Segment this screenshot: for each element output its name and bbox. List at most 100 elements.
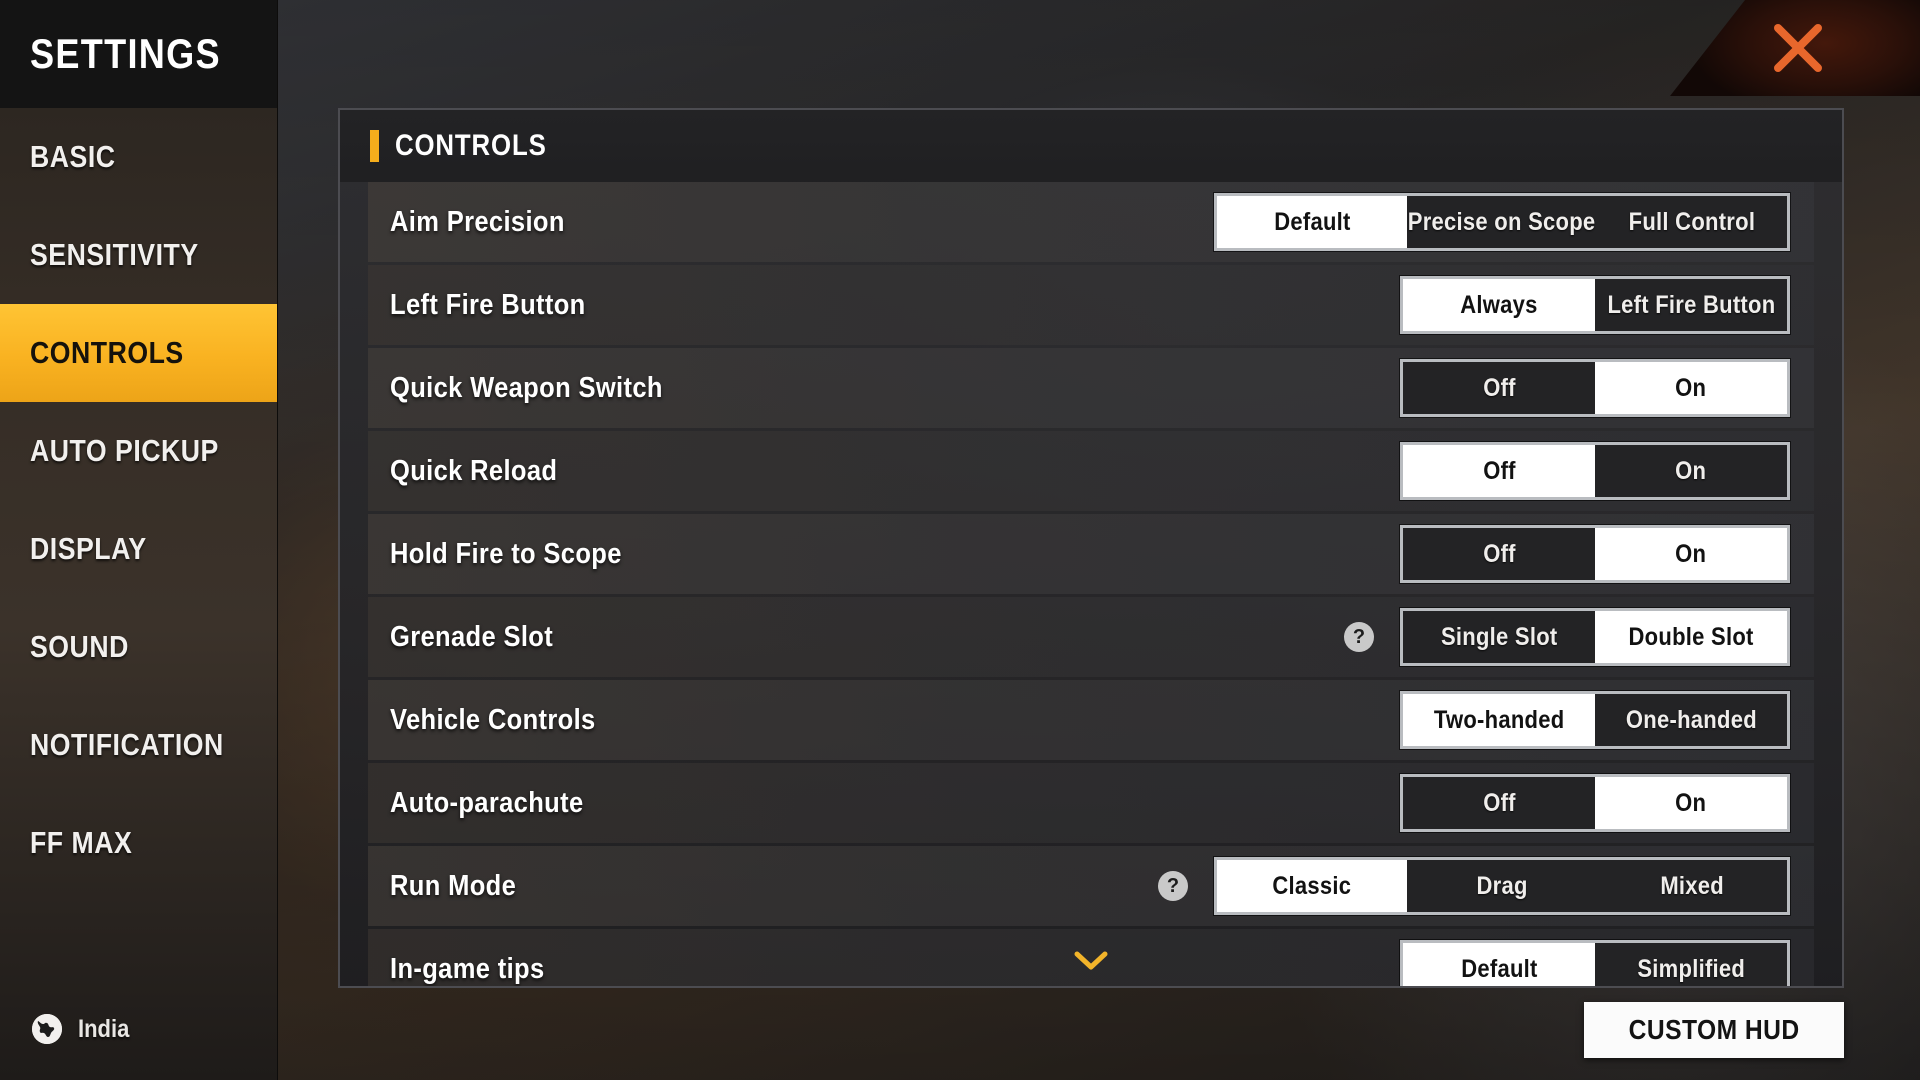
segment-option[interactable]: Off xyxy=(1403,528,1595,580)
sidebar-nav: BASIC SENSITIVITY CONTROLS AUTO PICKUP DISPL… xyxy=(0,108,277,892)
page-title: SETTINGS xyxy=(30,30,221,77)
segment-option[interactable]: On xyxy=(1595,362,1787,414)
sidebar-item-label: NOTIFICATION xyxy=(30,727,224,762)
globe-icon xyxy=(30,1012,64,1046)
segment-option[interactable]: Full Control xyxy=(1597,196,1787,248)
setting-control-group: Off On xyxy=(1400,442,1790,500)
segment-option-label: Drag xyxy=(1476,871,1528,900)
locale-label: India xyxy=(78,1014,130,1043)
segment-option-label: On xyxy=(1675,539,1707,568)
segment-option-label: Off xyxy=(1482,373,1516,402)
segment-option[interactable]: Two-handed xyxy=(1403,694,1595,746)
sidebar-item-sensitivity[interactable]: SENSITIVITY xyxy=(0,206,277,304)
chevron-down-icon[interactable] xyxy=(1071,949,1111,978)
segment-option[interactable]: Off xyxy=(1403,445,1595,497)
segment-option-label: Off xyxy=(1482,539,1516,568)
setting-label: Quick Reload xyxy=(390,454,558,487)
sidebar-item-basic[interactable]: BASIC xyxy=(0,108,277,206)
settings-row: Run Mode? Classic Drag Mixed xyxy=(368,846,1814,926)
segment-option-label: Classic xyxy=(1272,871,1352,900)
help-icon[interactable]: ? xyxy=(1158,871,1188,901)
controls-panel: CONTROLS Aim Precision Default Precise on … xyxy=(338,108,1844,988)
setting-control-group: Two-handed One-handed xyxy=(1400,691,1790,749)
segment-option-label: Single Slot xyxy=(1440,622,1558,651)
segment-option[interactable]: Off xyxy=(1403,362,1595,414)
locale-selector[interactable]: India xyxy=(30,1012,136,1046)
segmented-control: Off On xyxy=(1400,359,1790,417)
segment-option-label: Off xyxy=(1482,788,1516,817)
settings-row: Quick Reload Off On xyxy=(368,431,1814,511)
segment-option[interactable]: On xyxy=(1595,777,1787,829)
setting-control-group: Off On xyxy=(1400,359,1790,417)
setting-label: Left Fire Button xyxy=(390,288,586,321)
segment-option[interactable]: One-handed xyxy=(1595,694,1787,746)
segment-option[interactable]: Precise on Scope xyxy=(1407,196,1597,248)
sidebar-item-notification[interactable]: NOTIFICATION xyxy=(0,696,277,794)
segment-option[interactable]: Left Fire Button xyxy=(1595,279,1787,331)
setting-control-group: ? Classic Drag Mixed xyxy=(1158,857,1790,915)
segment-option-label: Mixed xyxy=(1660,871,1724,900)
sidebar-item-label: BASIC xyxy=(30,139,116,174)
segment-option[interactable]: Off xyxy=(1403,777,1595,829)
settings-row-list: Aim Precision Default Precise on Scope Full… xyxy=(340,182,1842,986)
settings-row: Left Fire Button Always Left Fire Button xyxy=(368,265,1814,345)
panel-title: CONTROLS xyxy=(395,129,547,162)
settings-row: Quick Weapon Switch Off On xyxy=(368,348,1814,428)
setting-label: Run Mode xyxy=(390,869,517,902)
segment-option-label: On xyxy=(1675,373,1707,402)
sidebar-item-display[interactable]: DISPLAY xyxy=(0,500,277,598)
settings-sidebar: SETTINGS BASIC SENSITIVITY CONTROLS AUTO PI… xyxy=(0,0,278,1080)
setting-label: Vehicle Controls xyxy=(390,703,596,736)
accent-bar xyxy=(370,130,379,162)
custom-hud-label: CUSTOM HUD xyxy=(1628,1014,1800,1045)
segment-option[interactable]: Classic xyxy=(1217,860,1407,912)
custom-hud-button[interactable]: CUSTOM HUD xyxy=(1584,1002,1844,1058)
segment-option[interactable]: Double Slot xyxy=(1595,611,1787,663)
sidebar-item-controls[interactable]: CONTROLS xyxy=(0,304,277,402)
sidebar-item-ff-max[interactable]: FF MAX xyxy=(0,794,277,892)
setting-label: Aim Precision xyxy=(390,205,565,238)
segmented-control: Single Slot Double Slot xyxy=(1400,608,1790,666)
settings-row: Aim Precision Default Precise on Scope Full… xyxy=(368,182,1814,262)
setting-label: Hold Fire to Scope xyxy=(390,537,622,570)
segment-option[interactable]: Simplified xyxy=(1595,943,1787,986)
segment-option-label: Full Control xyxy=(1628,207,1756,236)
segmented-control: Off On xyxy=(1400,774,1790,832)
sidebar-item-label: DISPLAY xyxy=(30,531,147,566)
segment-option-label: Default xyxy=(1460,954,1538,983)
setting-label: Grenade Slot xyxy=(390,620,554,653)
setting-control-group: Default Simplified xyxy=(1400,940,1790,986)
segment-option-label: Precise on Scope xyxy=(1408,207,1596,236)
sidebar-item-label: CONTROLS xyxy=(30,335,184,370)
segment-option[interactable]: Mixed xyxy=(1597,860,1787,912)
segment-option[interactable]: On xyxy=(1595,445,1787,497)
segmented-control: Default Simplified xyxy=(1400,940,1790,986)
help-icon[interactable]: ? xyxy=(1344,622,1374,652)
setting-control-group: Always Left Fire Button xyxy=(1400,276,1790,334)
segmented-control: Default Precise on Scope Full Control xyxy=(1214,193,1790,251)
segment-option[interactable]: Single Slot xyxy=(1403,611,1595,663)
segment-option[interactable]: On xyxy=(1595,528,1787,580)
segment-option[interactable]: Default xyxy=(1403,943,1595,986)
segment-option[interactable]: Drag xyxy=(1407,860,1597,912)
settings-row: Auto-parachute Off On xyxy=(368,763,1814,843)
segment-option-label: Always xyxy=(1460,290,1538,319)
segment-option-label: Default xyxy=(1273,207,1351,236)
sidebar-item-sound[interactable]: SOUND xyxy=(0,598,277,696)
segmented-control: Two-handed One-handed xyxy=(1400,691,1790,749)
segmented-control: Classic Drag Mixed xyxy=(1214,857,1790,915)
sidebar-title-bar: SETTINGS xyxy=(0,0,277,108)
segment-option-label: Left Fire Button xyxy=(1607,290,1775,319)
setting-control-group: Default Precise on Scope Full Control xyxy=(1214,193,1790,251)
settings-row: Vehicle Controls Two-handed One-handed xyxy=(368,680,1814,760)
segment-option[interactable]: Always xyxy=(1403,279,1595,331)
segment-option-label: Simplified xyxy=(1637,954,1745,983)
segment-option-label: Off xyxy=(1482,456,1516,485)
segment-option-label: Double Slot xyxy=(1628,622,1754,651)
settings-row: Hold Fire to Scope Off On xyxy=(368,514,1814,594)
setting-label: Quick Weapon Switch xyxy=(390,371,663,404)
segment-option[interactable]: Default xyxy=(1217,196,1407,248)
close-icon xyxy=(1774,24,1822,72)
setting-label: Auto-parachute xyxy=(390,786,584,819)
sidebar-item-auto-pickup[interactable]: AUTO PICKUP xyxy=(0,402,277,500)
